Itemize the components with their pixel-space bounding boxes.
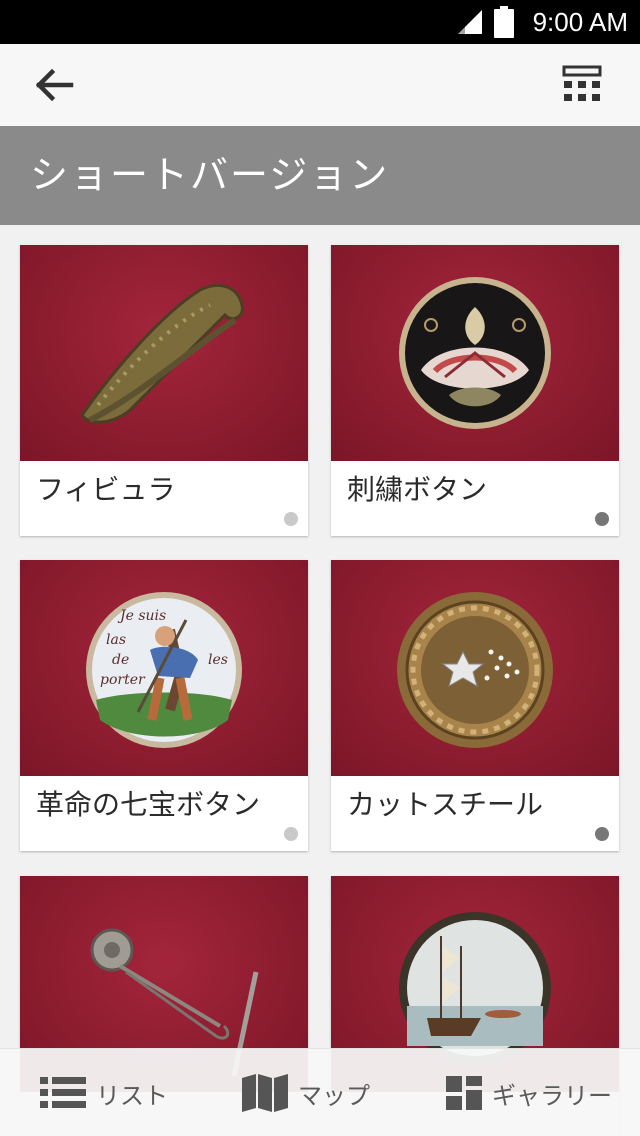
nav-map-tab[interactable]: マップ [242, 1049, 370, 1136]
nav-list-tab[interactable]: リスト [40, 1049, 168, 1136]
bottom-nav: リスト マップ ギャラリー [0, 1048, 640, 1136]
nav-gallery-label: ギャラリー [492, 1081, 612, 1110]
item-card-embroidered[interactable]: 刺繍ボタン [331, 245, 619, 536]
status-dot [284, 827, 298, 841]
status-dot [284, 512, 298, 526]
item-label: 刺繍ボタン [347, 473, 488, 506]
nav-list-label: リスト [96, 1081, 168, 1110]
item-card-fibula[interactable]: フィビュラ [20, 245, 308, 536]
item-image-fibula [20, 245, 308, 461]
item-label: フィビュラ [36, 473, 176, 506]
page-title: ショートバージョン [30, 153, 390, 197]
enamel-text-de: de [112, 652, 129, 668]
battery-icon [494, 6, 514, 38]
item-image-embroidered [331, 245, 619, 461]
enamel-text-je-suis: Je suis [117, 608, 166, 624]
enamel-text-las: las [106, 632, 126, 648]
title-band: ショートバージョン [0, 126, 640, 225]
back-button[interactable] [30, 64, 80, 106]
app-bar [0, 44, 640, 126]
enamel-text-les: les [208, 652, 228, 668]
item-label: カットスチール [347, 788, 544, 821]
item-card-enamel[interactable]: Je suis las de porter les 革命の七宝ボタン [20, 560, 308, 851]
map-icon [242, 1074, 288, 1112]
status-dot [595, 827, 609, 841]
arrow-left-icon [35, 69, 74, 101]
status-time: 9:00 AM [532, 7, 628, 37]
nav-gallery-tab[interactable]: ギャラリー [446, 1049, 612, 1136]
grid-layout-icon[interactable] [558, 64, 606, 108]
item-image-enamel: Je suis las de porter les [20, 560, 308, 776]
status-bar: 9:00 AM [0, 0, 640, 44]
item-card-cut-steel[interactable]: カットスチール [331, 560, 619, 851]
status-dot [595, 512, 609, 526]
signal-icon [458, 10, 482, 34]
item-label: 革命の七宝ボタン [36, 788, 261, 821]
enamel-text-porter: porter [100, 672, 146, 688]
item-image-cut-steel [331, 560, 619, 776]
gallery-icon [446, 1076, 482, 1110]
nav-map-label: マップ [298, 1081, 370, 1110]
list-icon [40, 1077, 86, 1108]
